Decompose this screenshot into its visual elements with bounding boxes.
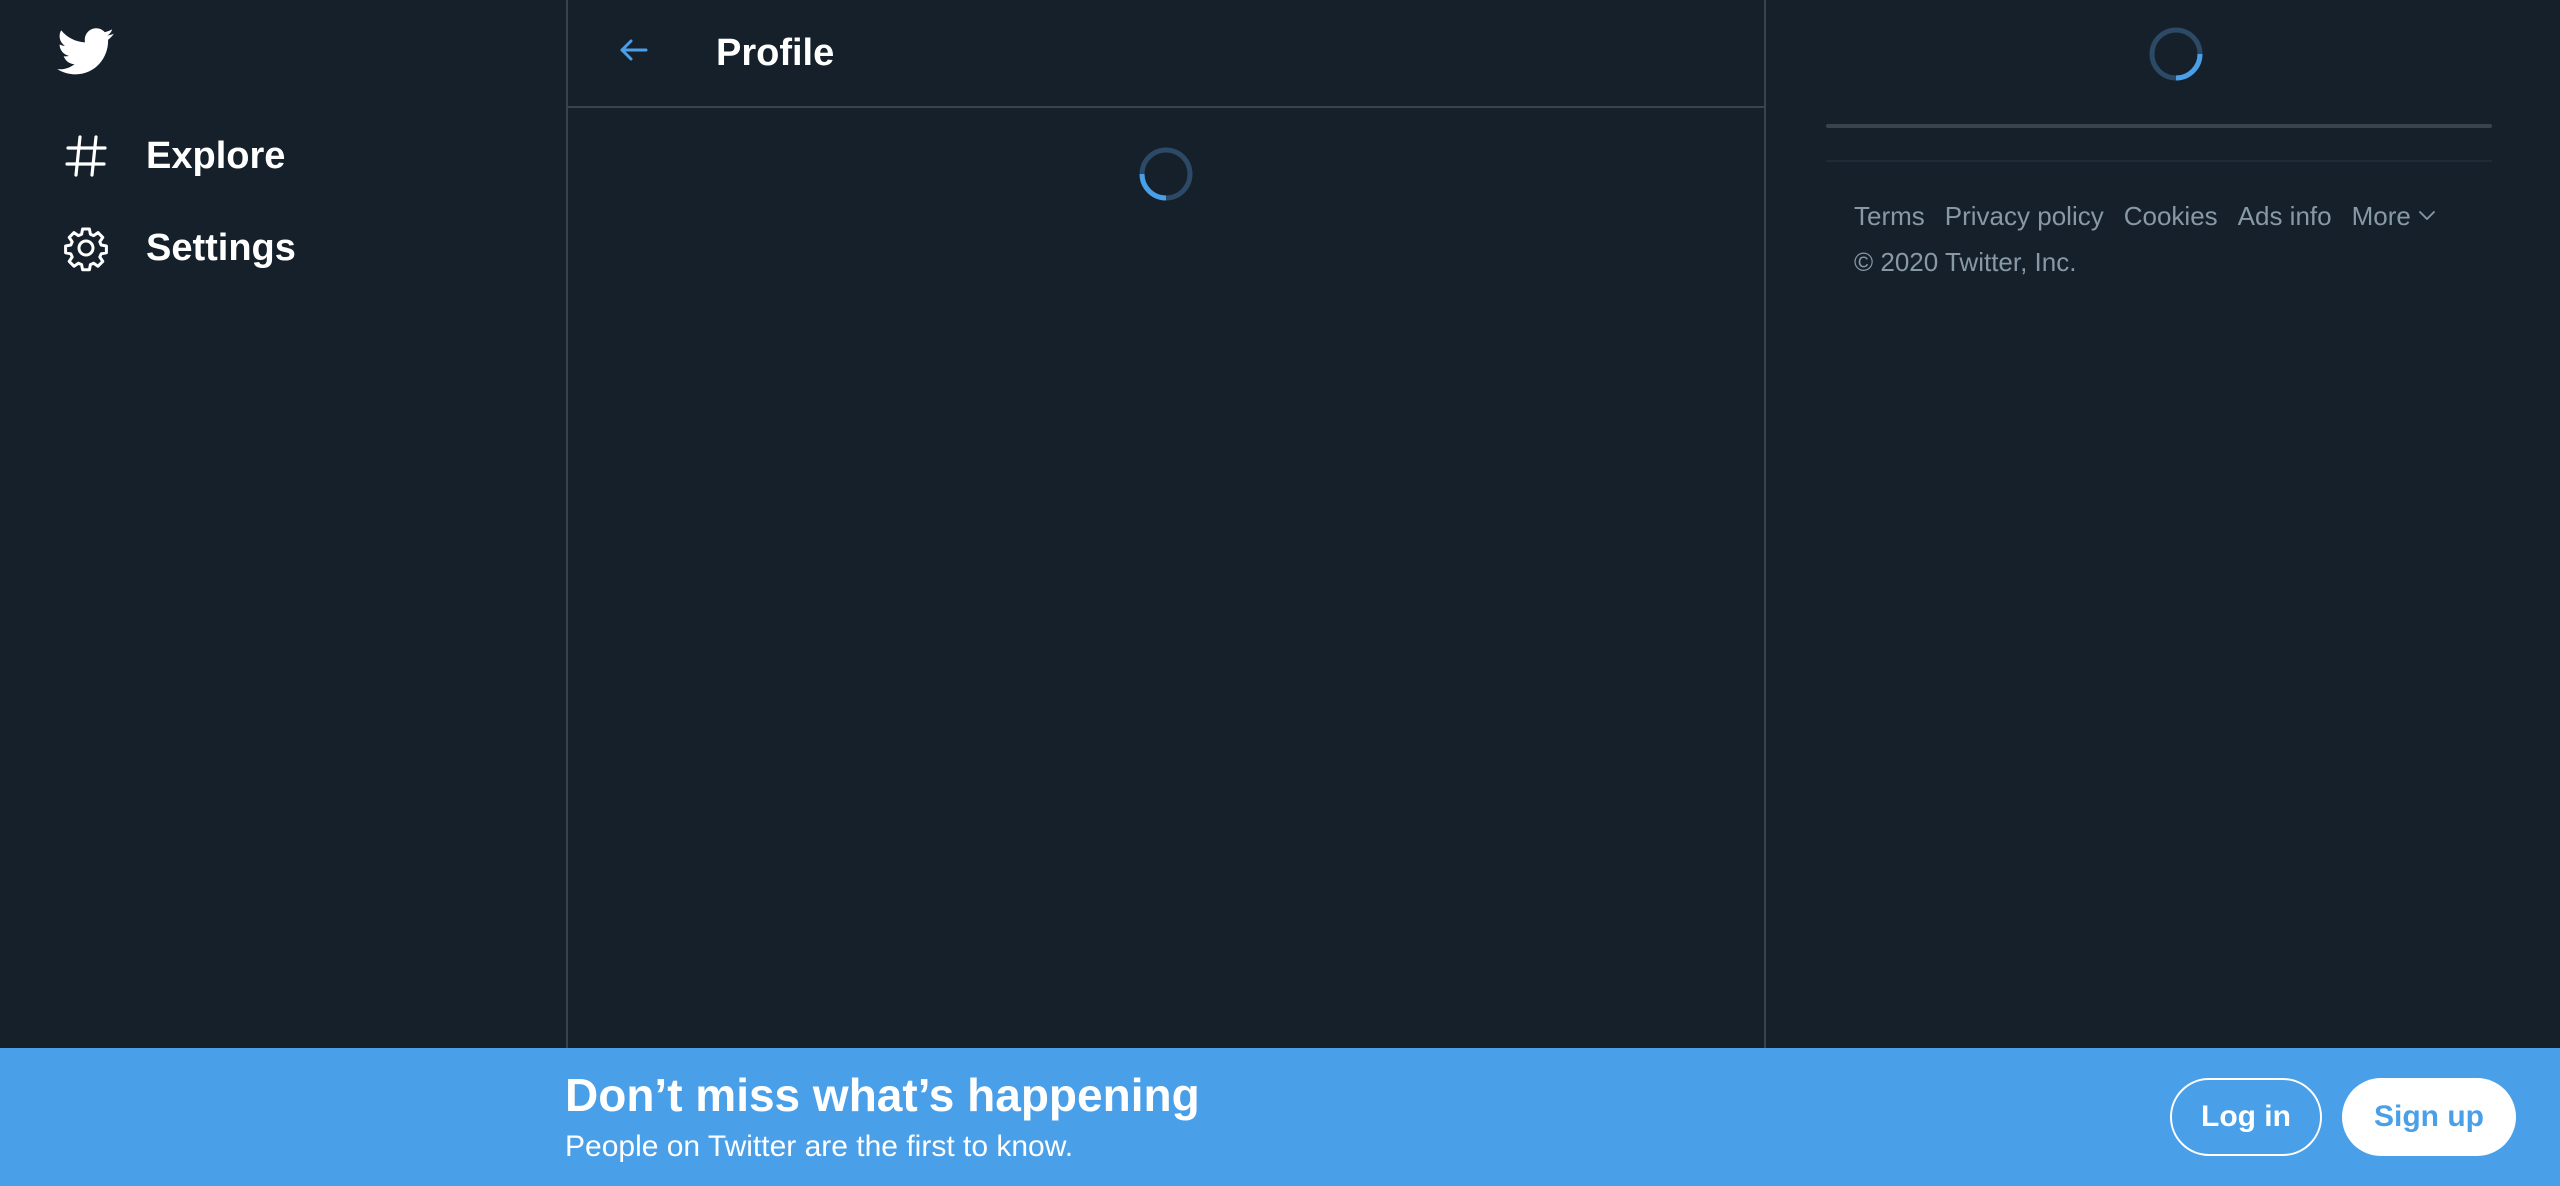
footer-more-button[interactable]: More [2352, 201, 2437, 232]
back-button[interactable] [604, 22, 664, 82]
login-button[interactable]: Log in [2170, 1078, 2322, 1156]
spinner-icon [2148, 26, 2204, 82]
sidebar-item-settings[interactable]: Settings [50, 209, 306, 287]
footer-link-terms[interactable]: Terms [1854, 198, 1925, 234]
banner-headline: Don’t miss what’s happening [565, 1069, 1200, 1121]
arrow-left-icon [616, 32, 652, 73]
main-header: Profile [568, 0, 1764, 108]
footer-links: Terms Privacy policy Cookies Ads info Mo… [1854, 198, 2437, 234]
right-column: Terms Privacy policy Cookies Ads info Mo… [1766, 0, 2560, 1048]
hashtag-icon [60, 130, 112, 182]
gear-icon [60, 222, 112, 274]
sidebar-item-label: Settings [146, 226, 296, 269]
page-title: Profile [716, 32, 835, 74]
twitter-bird-icon[interactable] [54, 24, 118, 80]
divider [1826, 160, 2492, 162]
app-root: Explore Settings Profile Terms Privacy p… [0, 0, 2560, 1186]
divider [1826, 124, 2492, 128]
footer-link-cookies[interactable]: Cookies [2124, 198, 2218, 234]
sidebar-item-explore[interactable]: Explore [50, 117, 295, 195]
sidebar-item-label: Explore [146, 134, 286, 177]
footer-more-label: More [2351, 200, 2411, 231]
chevron-down-icon [2411, 201, 2437, 232]
main-column: Profile [566, 0, 1766, 1048]
spinner-icon [1138, 146, 1194, 202]
banner-subtext: People on Twitter are the first to know. [565, 1130, 1074, 1163]
footer-link-privacy[interactable]: Privacy policy [1945, 198, 2104, 234]
signup-button[interactable]: Sign up [2342, 1078, 2516, 1156]
footer-link-ads-info[interactable]: Ads info [2238, 198, 2332, 234]
copyright-text: © 2020 Twitter, Inc. [1854, 247, 2077, 277]
left-nav: Explore Settings [0, 0, 566, 1048]
